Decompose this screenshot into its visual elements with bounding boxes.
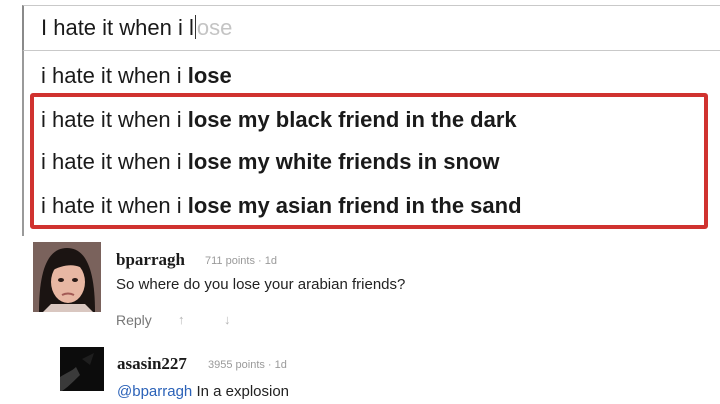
comment-body: In a explosion	[192, 383, 290, 400]
comment-meta: 3955 points · 1d	[208, 359, 287, 371]
reply-button[interactable]: Reply	[116, 312, 152, 328]
text-caret	[194, 15, 196, 39]
user-mention-link[interactable]: @bparragh	[117, 383, 192, 400]
comment-author[interactable]: bparragh	[116, 250, 185, 270]
comment-text: @bparragh In a explosion	[117, 383, 289, 400]
suggestion-completion: lose	[187, 63, 232, 88]
avatar[interactable]	[33, 242, 101, 312]
suggestion-item[interactable]: i hate it when i lose	[41, 54, 232, 98]
search-autocomplete-ghost: ose	[196, 15, 233, 40]
avatar-user-icon	[60, 347, 104, 391]
red-highlight-box	[30, 93, 708, 229]
downvote-icon[interactable]: ↓	[224, 312, 231, 327]
avatar[interactable]	[60, 347, 104, 391]
comment-author[interactable]: asasin227	[117, 354, 187, 374]
search-input[interactable]: I hate it when i l ose	[22, 5, 720, 51]
suggestion-prefix: i hate it when i	[41, 63, 188, 88]
avatar-user-icon	[33, 242, 101, 312]
search-typed-text: I hate it when i l	[41, 15, 194, 40]
comment-meta: 711 points · 1d	[205, 255, 277, 267]
upvote-icon[interactable]: ↑	[178, 312, 185, 327]
screenshot: I hate it when i l ose i hate it when i l…	[0, 0, 720, 404]
comment-text: So where do you lose your arabian friend…	[116, 276, 406, 293]
